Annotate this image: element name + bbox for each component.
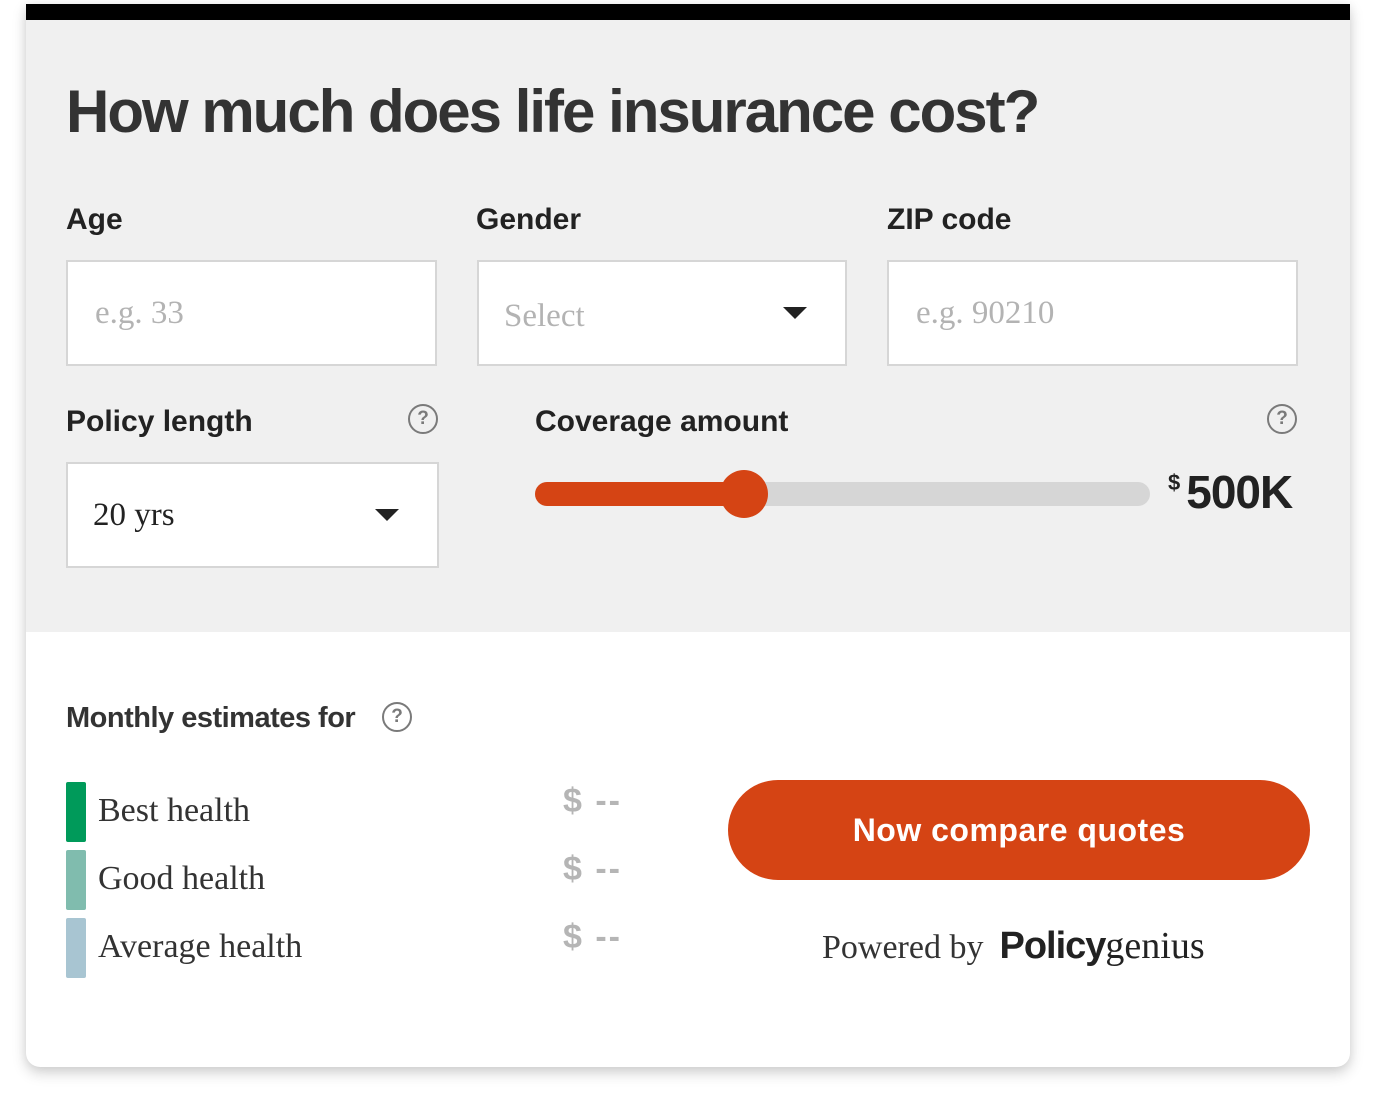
age-label: Age [66, 203, 123, 236]
slider-thumb[interactable] [720, 470, 768, 518]
monthly-estimates-label: Monthly estimates for [66, 702, 356, 734]
estimate-row-best: Best health $ -- [66, 782, 656, 842]
policy-length-value: 20 yrs [93, 496, 175, 533]
average-health-swatch [66, 918, 86, 978]
good-health-swatch [66, 850, 86, 910]
zip-field-wrapper [887, 260, 1298, 366]
estimate-row-average: Average health $ -- [66, 918, 656, 978]
coverage-slider[interactable] [535, 470, 1150, 518]
monthly-estimates-title: Monthly estimates for [66, 702, 356, 735]
chevron-down-icon [375, 509, 399, 521]
best-health-swatch [66, 782, 86, 842]
estimate-label: Good health [98, 860, 266, 897]
page-title: How much does life insurance cost? [66, 78, 1040, 145]
age-field-wrapper [66, 260, 437, 366]
estimate-price: $ -- [563, 918, 622, 956]
coverage-amount-label: Coverage amount [535, 405, 789, 438]
powered-by-text: Powered by [822, 929, 984, 966]
policygenius-logo-bold: Policy [999, 925, 1106, 967]
estimate-label: Best health [98, 792, 251, 829]
gender-select[interactable]: Select [477, 260, 847, 366]
powered-by: Powered by Policy genius [822, 924, 1205, 968]
slider-fill [535, 482, 744, 506]
estimate-row-good: Good health $ -- [66, 850, 656, 910]
age-input[interactable] [93, 293, 435, 333]
policygenius-logo-regular: genius [1105, 925, 1205, 967]
compare-quotes-button[interactable]: Now compare quotes [728, 780, 1310, 880]
coverage-help-icon[interactable]: ? [1267, 404, 1297, 434]
policy-length-select[interactable]: 20 yrs [66, 462, 439, 568]
policy-length-help-icon[interactable]: ? [408, 404, 438, 434]
estimate-price: $ -- [563, 782, 622, 820]
estimates-help-icon[interactable]: ? [382, 702, 412, 732]
policy-length-label: Policy length [66, 405, 253, 438]
chevron-down-icon [783, 307, 807, 319]
gender-select-placeholder: Select [504, 297, 585, 334]
life-insurance-calculator-card: How much does life insurance cost? Age G… [26, 4, 1350, 1067]
coverage-amount-value: 500K [1186, 466, 1293, 518]
coverage-amount-display: $500K [1168, 466, 1293, 518]
estimate-price: $ -- [563, 850, 622, 888]
gender-label: Gender [476, 203, 582, 236]
currency-symbol: $ [1168, 470, 1181, 495]
zip-label: ZIP code [887, 203, 1012, 236]
top-accent-bar [26, 4, 1350, 20]
zip-input[interactable] [914, 293, 1296, 333]
estimate-label: Average health [98, 928, 303, 965]
